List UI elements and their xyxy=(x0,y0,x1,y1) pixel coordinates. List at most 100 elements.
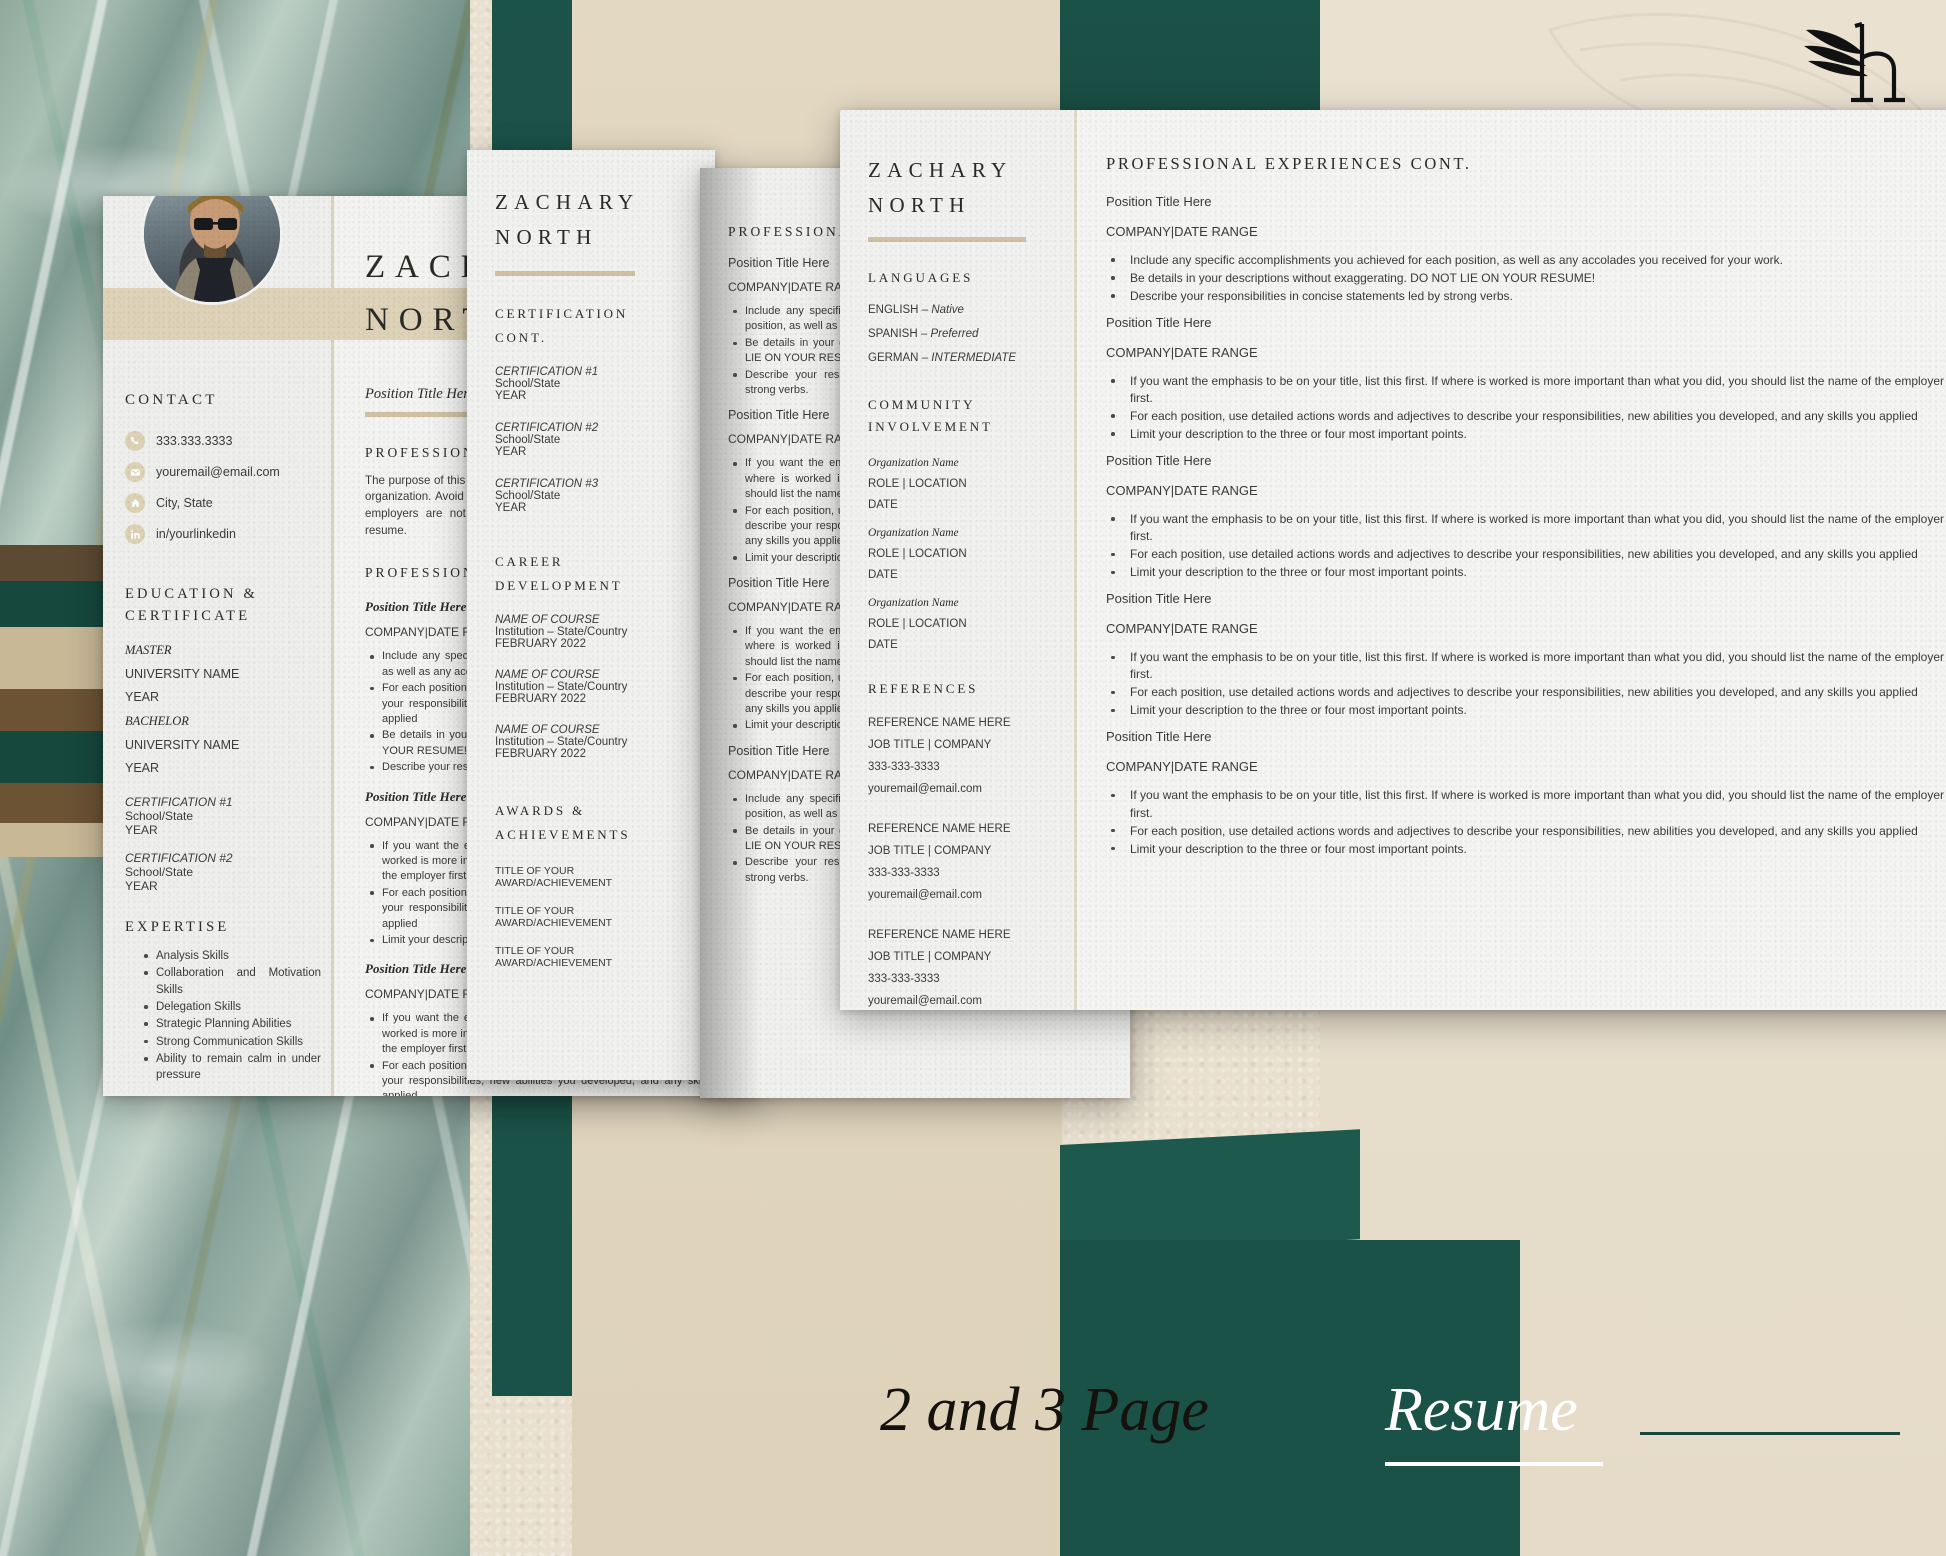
community-role: ROLE | LOCATION xyxy=(868,548,967,561)
certification-title: CERTIFICATION #3 xyxy=(495,477,599,490)
language-separator: – xyxy=(921,303,929,316)
references-heading: REFERENCES xyxy=(868,681,979,697)
list-item: Collaboration and Motivation Skills xyxy=(139,965,321,998)
page-title: ZACHARY xyxy=(868,158,1013,182)
community-role: ROLE | LOCATION xyxy=(868,478,967,491)
experiences-cont-heading: PROFESSIONAL EXPERIENCES CONT. xyxy=(1106,154,1472,173)
experience-position: Position Title Here COMPANY|DATE RANGE I… xyxy=(1106,729,1944,857)
resume-page-2[interactable]: ZACHARY NORTH CERTIFICATION CONT. CERTIF… xyxy=(467,150,715,1080)
mockup-canvas: CONTACT 333.333.3333 youremail@email.com… xyxy=(0,0,1946,1556)
awards-heading-line2: ACHIEVEMENTS xyxy=(495,826,631,842)
position-title: Position Title Here xyxy=(1106,194,1212,209)
course-entry: NAME OF COURSE Institution – State/Count… xyxy=(495,724,687,760)
list-item: Describe your responsibilities in concis… xyxy=(1106,288,1944,305)
community-entry: Organization Name ROLE | LOCATION DATE xyxy=(868,457,1060,511)
education-heading-line2: CERTIFICATE xyxy=(125,608,251,625)
reference-email: youremail@email.com xyxy=(868,783,982,796)
year-label: YEAR xyxy=(125,690,160,705)
position-title: Position Title Here xyxy=(1106,315,1212,331)
list-item: Limit your description to the three or f… xyxy=(1106,841,1944,858)
career-heading-line1: CAREER xyxy=(495,553,564,569)
reference-entry: REFERENCE NAME HERE JOB TITLE | COMPANY … xyxy=(868,823,1060,901)
community-heading: COMMUNITY INVOLVEMENT xyxy=(868,394,1060,440)
experience-bullets: If you want the emphasis to be on your t… xyxy=(1106,373,1944,443)
banner-rule xyxy=(1640,1432,1900,1435)
avatar xyxy=(141,196,283,305)
language-separator: – xyxy=(921,351,929,364)
education-entry: MASTER UNIVERSITY NAME YEAR xyxy=(125,643,321,704)
contact-item-location[interactable]: City, State xyxy=(125,493,321,513)
expertise-heading: EXPERTISE xyxy=(125,919,230,936)
page1-sidebar-content: CONTACT 333.333.3333 youremail@email.com… xyxy=(125,392,321,1085)
school-name: UNIVERSITY NAME xyxy=(125,667,240,682)
reference-phone: 333-333-3333 xyxy=(868,867,940,880)
certification-heading-line1: CERTIFICATION xyxy=(495,305,629,321)
list-item: Be details in your descriptions without … xyxy=(1106,270,1944,287)
certification-year: YEAR xyxy=(125,879,158,894)
contact-item-phone[interactable]: 333.333.3333 xyxy=(125,431,321,451)
company-date: COMPANY|DATE RANGE xyxy=(1106,621,1258,637)
certification-title: CERTIFICATION #1 xyxy=(495,365,599,378)
page-title: ZACHARY xyxy=(495,190,640,214)
course-institution: Institution – State/Country xyxy=(495,680,628,693)
list-item: Analysis Skills xyxy=(139,948,321,964)
expertise-list: Analysis Skills Collaboration and Motiva… xyxy=(125,948,321,1084)
resume-page-4[interactable]: ZACHARY NORTH LANGUAGES ENGLISH – Native… xyxy=(840,110,1946,1010)
list-item: For each position, use detailed actions … xyxy=(1106,684,1944,701)
contact-item-linkedin[interactable]: in/yourlinkedin xyxy=(125,524,321,544)
reference-job: JOB TITLE | COMPANY xyxy=(868,951,992,964)
contact-item-email[interactable]: youremail@email.com xyxy=(125,462,321,482)
list-item: Include any specific accomplishments you… xyxy=(1106,252,1944,269)
position-title: Position Title Here xyxy=(1106,729,1212,745)
career-heading-line2: DEVELOPMENT xyxy=(495,577,623,593)
certification-school: School/State xyxy=(495,377,561,390)
green-band-lower-left xyxy=(492,1096,572,1396)
reference-name: REFERENCE NAME HERE xyxy=(868,717,1011,730)
experience-position: Position Title Here COMPANY|DATE RANGE I… xyxy=(1106,194,1944,305)
list-item: If you want the emphasis to be on your t… xyxy=(1106,511,1944,545)
contact-value-phone: 333.333.3333 xyxy=(156,434,233,448)
list-item: Limit your description to the three or f… xyxy=(1106,564,1944,581)
page4-sidebar-content: ZACHARY NORTH LANGUAGES ENGLISH – Native… xyxy=(868,156,1060,1007)
banner-title-light: Resume xyxy=(1385,1376,1578,1444)
community-date: DATE xyxy=(868,499,898,512)
company-date: COMPANY|DATE RANGE xyxy=(1106,759,1258,775)
community-heading-line2: INVOLVEMENT xyxy=(868,419,993,435)
education-entry: BACHELOR UNIVERSITY NAME YEAR xyxy=(125,714,321,775)
reference-phone: 333-333-3333 xyxy=(868,973,940,986)
certification-school: School/State xyxy=(495,489,561,502)
home-icon xyxy=(125,493,145,513)
reference-job: JOB TITLE | COMPANY xyxy=(868,845,992,858)
contact-value-location: City, State xyxy=(156,496,213,510)
language-name: ENGLISH xyxy=(868,303,919,316)
company-date: COMPANY|DATE RANGE xyxy=(1106,345,1258,361)
page1-divider xyxy=(331,196,334,1096)
list-item: If you want the emphasis to be on your t… xyxy=(1106,649,1944,683)
reference-email: youremail@email.com xyxy=(868,995,982,1008)
course-institution: Institution – State/Country xyxy=(495,625,628,638)
list-item: For each position, use detailed actions … xyxy=(1106,408,1944,425)
education-heading-line1: EDUCATION & xyxy=(125,586,258,602)
course-entry: NAME OF COURSE Institution – State/Count… xyxy=(495,669,687,705)
experience-bullets: If you want the emphasis to be on your t… xyxy=(1106,649,1944,719)
language-name: SPANISH xyxy=(868,327,918,340)
page-title-line2: NORTH xyxy=(495,224,598,249)
banner-title-dark: 2 and 3 Page xyxy=(880,1376,1209,1444)
award-item: TITLE OF YOUR AWARD/ACHIEVEMENT xyxy=(495,864,613,889)
experience-bullets: Include any specific accomplishments you… xyxy=(1106,252,1944,305)
reference-job: JOB TITLE | COMPANY xyxy=(868,739,992,752)
certification-year: YEAR xyxy=(495,501,527,514)
school-name: UNIVERSITY NAME xyxy=(125,738,240,753)
certification-heading: CERTIFICATION CONT. xyxy=(495,302,687,350)
certification-entry: CERTIFICATION #1 School/State YEAR xyxy=(495,366,687,402)
community-entry: Organization Name ROLE | LOCATION DATE xyxy=(868,597,1060,651)
language-separator: – xyxy=(920,327,928,340)
reference-name: REFERENCE NAME HERE xyxy=(868,823,1011,836)
language-level: INTERMEDIATE xyxy=(931,351,1017,364)
list-item: Ability to remain calm in under pressure xyxy=(139,1051,321,1084)
organization-name: Organization Name xyxy=(868,597,959,610)
experience-position: Position Title Here COMPANY|DATE RANGE I… xyxy=(1106,453,1944,581)
company-date: COMPANY|DATE RANGE xyxy=(1106,224,1258,239)
list-item: For each position, use detailed actions … xyxy=(1106,546,1944,563)
course-date: FEBRUARY 2022 xyxy=(495,637,586,650)
